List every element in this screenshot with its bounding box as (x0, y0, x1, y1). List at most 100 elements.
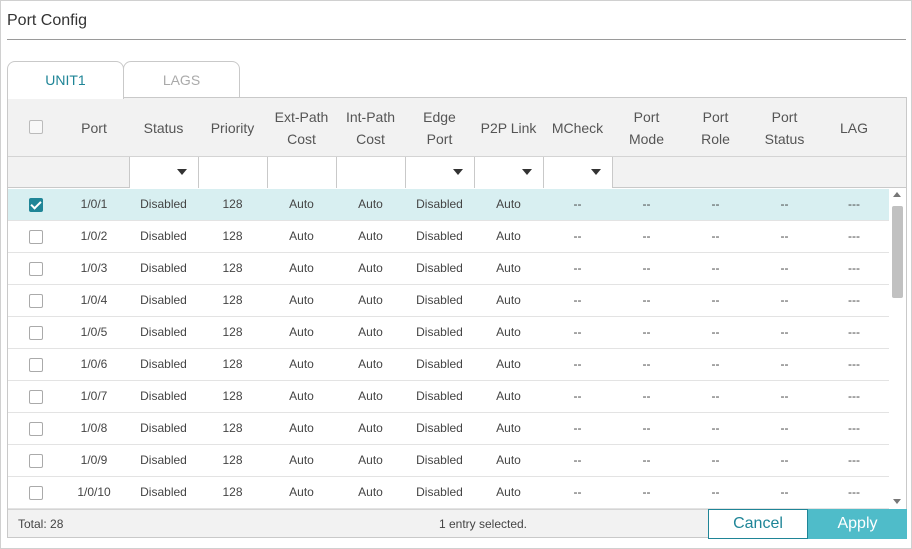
cell-int-path-cost: Auto (358, 229, 383, 243)
row-checkbox[interactable] (29, 358, 43, 372)
header-ext-path-cost[interactable]: Ext-Path Cost (267, 98, 336, 157)
header-priority[interactable]: Priority (198, 98, 267, 157)
cell-port-status: -- (780, 485, 789, 499)
header-mcheck[interactable]: MCheck (543, 98, 612, 157)
header-p2p-link[interactable]: P2P Link (474, 98, 543, 157)
cell-port: 1/0/7 (80, 389, 108, 403)
int-path-cost-filter-input[interactable] (336, 157, 406, 188)
cell-p2p-link: Auto (496, 357, 521, 371)
tab-lags[interactable]: LAGS (123, 61, 240, 98)
cell-priority: 128 (222, 229, 243, 243)
cell-lag: --- (848, 453, 860, 467)
table-row[interactable]: 1/0/1 Disabled 128 Auto Auto Disabled Auto -- --… (8, 189, 889, 221)
table-row[interactable]: 1/0/4 Disabled 128 Auto Auto Disabled Auto -- --… (8, 285, 889, 317)
cancel-button[interactable]: Cancel (708, 509, 808, 539)
select-all-checkbox[interactable] (29, 120, 43, 134)
cell-mcheck: -- (573, 389, 582, 403)
cell-port: 1/0/10 (77, 485, 111, 499)
row-checkbox[interactable] (29, 486, 43, 500)
cell-int-path-cost: Auto (358, 485, 383, 499)
priority-filter-input[interactable] (198, 157, 268, 188)
mcheck-filter-select[interactable] (543, 157, 613, 188)
table-header: Port Status Priority Ext-Path Cost Int-Pa… (8, 98, 906, 157)
cell-priority: 128 (222, 485, 243, 499)
cell-mcheck: -- (573, 357, 582, 371)
cell-port-role: -- (711, 421, 720, 435)
cell-p2p-link: Auto (496, 453, 521, 467)
header-edge-port[interactable]: Edge Port (405, 98, 474, 157)
table-row[interactable]: 1/0/3 Disabled 128 Auto Auto Disabled Auto -- --… (8, 253, 889, 285)
table-row[interactable]: 1/0/5 Disabled 128 Auto Auto Disabled Auto -- --… (8, 317, 889, 349)
table-row[interactable]: 1/0/2 Disabled 128 Auto Auto Disabled Auto -- --… (8, 221, 889, 253)
cell-p2p-link: Auto (496, 229, 521, 243)
cell-edge-port: Disabled (416, 357, 463, 371)
table-row[interactable]: 1/0/9 Disabled 128 Auto Auto Disabled Auto -- --… (8, 445, 889, 477)
row-checkbox[interactable] (29, 262, 43, 276)
cell-port-role: -- (711, 261, 720, 275)
edge-port-filter-select[interactable] (405, 157, 475, 188)
status-filter-select[interactable] (129, 157, 199, 188)
apply-button[interactable]: Apply (808, 509, 907, 539)
cell-status: Disabled (140, 229, 187, 243)
p2p-link-filter-select[interactable] (474, 157, 544, 188)
cell-port-role: -- (711, 197, 720, 211)
table-row[interactable]: 1/0/8 Disabled 128 Auto Auto Disabled Auto -- --… (8, 413, 889, 445)
cell-port-status: -- (780, 325, 789, 339)
scroll-down-icon[interactable] (893, 499, 901, 504)
header-status[interactable]: Status (129, 98, 198, 157)
ext-path-cost-filter-input[interactable] (267, 157, 337, 188)
header-lag[interactable]: LAG (819, 98, 889, 157)
cell-int-path-cost: Auto (358, 389, 383, 403)
header-port-status[interactable]: Port Status (750, 98, 819, 157)
header-port-role[interactable]: Port Role (681, 98, 750, 157)
cell-ext-path-cost: Auto (289, 389, 314, 403)
cell-int-path-cost: Auto (358, 357, 383, 371)
scroll-up-icon[interactable] (893, 192, 901, 197)
cell-ext-path-cost: Auto (289, 421, 314, 435)
cell-port-mode: -- (642, 485, 651, 499)
cell-port-status: -- (780, 293, 789, 307)
table-row[interactable]: 1/0/6 Disabled 128 Auto Auto Disabled Auto -- --… (8, 349, 889, 381)
row-checkbox[interactable] (29, 198, 43, 212)
cell-port-status: -- (780, 197, 789, 211)
cell-priority: 128 (222, 261, 243, 275)
row-checkbox[interactable] (29, 326, 43, 340)
cell-mcheck: -- (573, 325, 582, 339)
table-row[interactable]: 1/0/10 Disabled 128 Auto Auto Disabled Auto -- -… (8, 477, 889, 509)
cell-priority: 128 (222, 197, 243, 211)
cell-lag: --- (848, 485, 860, 499)
row-checkbox[interactable] (29, 422, 43, 436)
table-scrollbar[interactable] (889, 189, 906, 509)
cell-int-path-cost: Auto (358, 197, 383, 211)
cell-p2p-link: Auto (496, 293, 521, 307)
page-title: Port Config (7, 12, 88, 29)
cell-port-mode: -- (642, 453, 651, 467)
cell-priority: 128 (222, 293, 243, 307)
cell-status: Disabled (140, 453, 187, 467)
cell-ext-path-cost: Auto (289, 325, 314, 339)
cell-port-status: -- (780, 357, 789, 371)
title-divider (7, 39, 906, 40)
cell-port: 1/0/3 (80, 261, 108, 275)
cell-int-path-cost: Auto (358, 261, 383, 275)
caret-down-icon (453, 169, 463, 175)
scroll-thumb[interactable] (892, 206, 903, 298)
table-row[interactable]: 1/0/7 Disabled 128 Auto Auto Disabled Auto -- --… (8, 381, 889, 413)
row-checkbox[interactable] (29, 230, 43, 244)
row-checkbox[interactable] (29, 294, 43, 308)
cell-port: 1/0/2 (80, 229, 108, 243)
header-port[interactable]: Port (63, 98, 125, 157)
cell-p2p-link: Auto (496, 421, 521, 435)
row-checkbox[interactable] (29, 390, 43, 404)
cell-port: 1/0/1 (80, 197, 108, 211)
cell-port-status: -- (780, 453, 789, 467)
cell-port-role: -- (711, 485, 720, 499)
caret-down-icon (177, 169, 187, 175)
cell-lag: --- (848, 389, 860, 403)
row-checkbox[interactable] (29, 454, 43, 468)
header-port-mode[interactable]: Port Mode (612, 98, 681, 157)
port-table: Port Status Priority Ext-Path Cost Int-Pa… (7, 97, 907, 539)
header-int-path-cost[interactable]: Int-Path Cost (336, 98, 405, 157)
tab-unit1[interactable]: UNIT1 (7, 61, 124, 99)
cell-port: 1/0/6 (80, 357, 108, 371)
